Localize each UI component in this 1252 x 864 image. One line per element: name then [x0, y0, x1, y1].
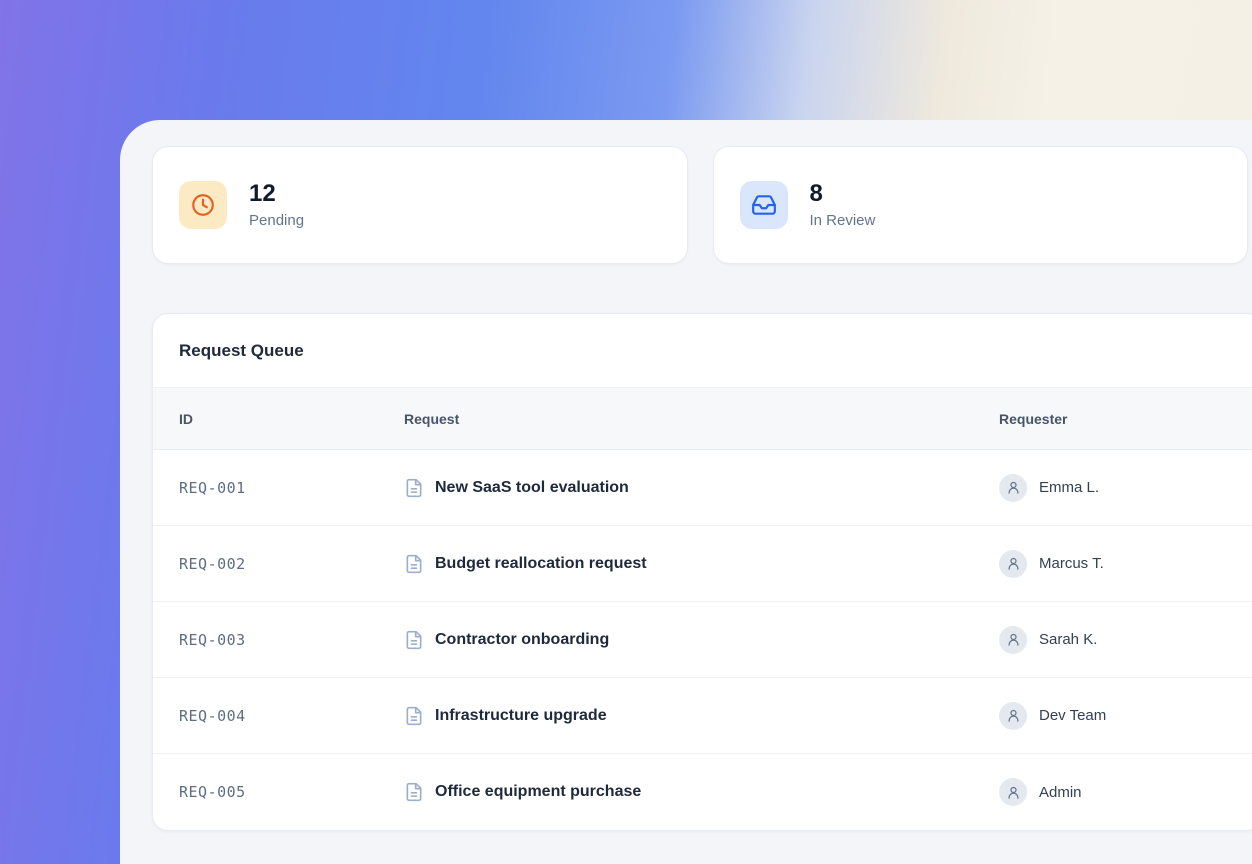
user-avatar-icon	[999, 778, 1027, 806]
requester-name: Dev Team	[1039, 707, 1106, 724]
file-text-icon	[404, 478, 424, 498]
requester-name: Sarah K.	[1039, 631, 1097, 648]
pending-count: 12	[249, 181, 304, 207]
in-review-count: 8	[810, 181, 876, 207]
requester-name: Admin	[1039, 784, 1082, 801]
file-text-icon	[404, 554, 424, 574]
requester-name: Emma L.	[1039, 479, 1099, 496]
user-avatar-icon	[999, 550, 1027, 578]
request-id: REQ-005	[179, 783, 404, 801]
table-row[interactable]: REQ-002 Budget reallocation request	[153, 526, 1252, 602]
table-row[interactable]: REQ-003 Contractor onboarding	[153, 602, 1252, 678]
user-avatar-icon	[999, 474, 1027, 502]
file-text-icon	[404, 782, 424, 802]
request-id: REQ-003	[179, 631, 404, 649]
table-row[interactable]: REQ-005 Office equipment purchase	[153, 754, 1252, 830]
pending-label: Pending	[249, 212, 304, 229]
request-title: Contractor onboarding	[435, 631, 609, 649]
file-text-icon	[404, 630, 424, 650]
column-header-requester: Requester	[999, 411, 1252, 427]
column-header-id: ID	[179, 411, 404, 427]
page-title: Request Queue	[179, 341, 304, 361]
clock-icon	[179, 181, 227, 229]
stats-grid: 12 Pending 8 In Review	[152, 146, 1248, 264]
request-id: REQ-004	[179, 707, 404, 725]
table-row[interactable]: REQ-004 Infrastructure upgrade	[153, 678, 1252, 754]
main-panel: 12 Pending 8 In Review Request Queue ID	[120, 120, 1252, 864]
user-avatar-icon	[999, 626, 1027, 654]
column-header-request: Request	[404, 411, 999, 427]
inbox-icon	[740, 181, 788, 229]
table-row[interactable]: REQ-001 New SaaS tool evaluation	[153, 450, 1252, 526]
request-title: Budget reallocation request	[435, 555, 647, 573]
request-id: REQ-001	[179, 479, 404, 497]
request-queue-card: Request Queue ID Request Requester REQ-0…	[152, 313, 1252, 831]
card-title-bar: Request Queue	[153, 314, 1252, 388]
request-title: New SaaS tool evaluation	[435, 479, 629, 497]
request-title: Infrastructure upgrade	[435, 707, 607, 725]
user-avatar-icon	[999, 702, 1027, 730]
table-body: REQ-001 New SaaS tool evaluation	[153, 450, 1252, 830]
request-id: REQ-002	[179, 555, 404, 573]
requester-name: Marcus T.	[1039, 555, 1104, 572]
file-text-icon	[404, 706, 424, 726]
request-title: Office equipment purchase	[435, 783, 641, 801]
in-review-label: In Review	[810, 212, 876, 229]
table-header-row: ID Request Requester	[153, 388, 1252, 450]
stat-card-pending: 12 Pending	[152, 146, 688, 264]
stat-card-in-review: 8 In Review	[713, 146, 1249, 264]
